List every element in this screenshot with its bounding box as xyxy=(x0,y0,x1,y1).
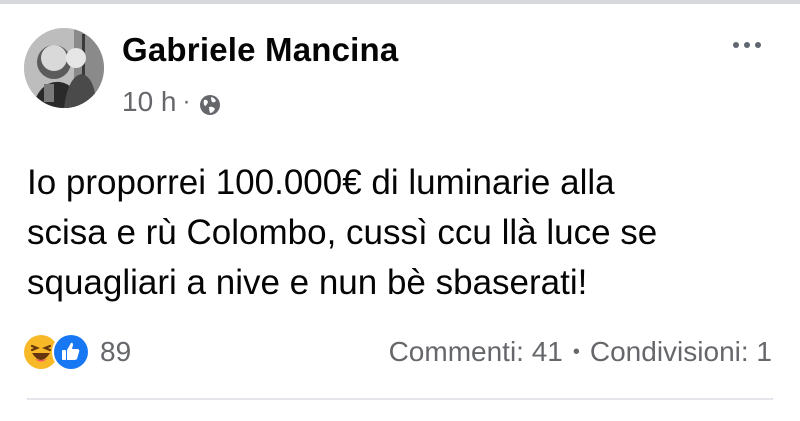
more-dot xyxy=(755,42,761,48)
facebook-post: Gabriele Mancina 10 h · Io proporrei 100… xyxy=(0,0,800,421)
comments-count-link[interactable]: Commenti: 41 xyxy=(389,336,563,368)
reaction-count: 89 xyxy=(100,336,132,367)
author-name[interactable]: Gabriele Mancina xyxy=(122,28,398,72)
divider xyxy=(27,398,773,400)
reactions-summary[interactable]: 89 xyxy=(22,333,132,371)
post-meta: 10 h · xyxy=(122,84,221,120)
post-text: Io proporrei 100.000€ di luminarie alla … xyxy=(27,163,658,302)
post-time[interactable]: 10 h xyxy=(122,86,177,118)
shares-count-link[interactable]: Condivisioni: 1 xyxy=(590,336,772,368)
avatar[interactable] xyxy=(24,28,104,108)
more-horizontal-icon xyxy=(733,42,739,48)
more-options-button[interactable] xyxy=(718,28,776,62)
more-dot xyxy=(744,42,750,48)
avatar-photo xyxy=(24,28,104,108)
globe-icon[interactable] xyxy=(199,91,221,115)
stats-separator: • xyxy=(572,340,580,363)
post-stats: Commenti: 41 • Condivisioni: 1 xyxy=(389,334,772,370)
like-icon xyxy=(52,333,90,371)
meta-separator: · xyxy=(182,88,191,115)
